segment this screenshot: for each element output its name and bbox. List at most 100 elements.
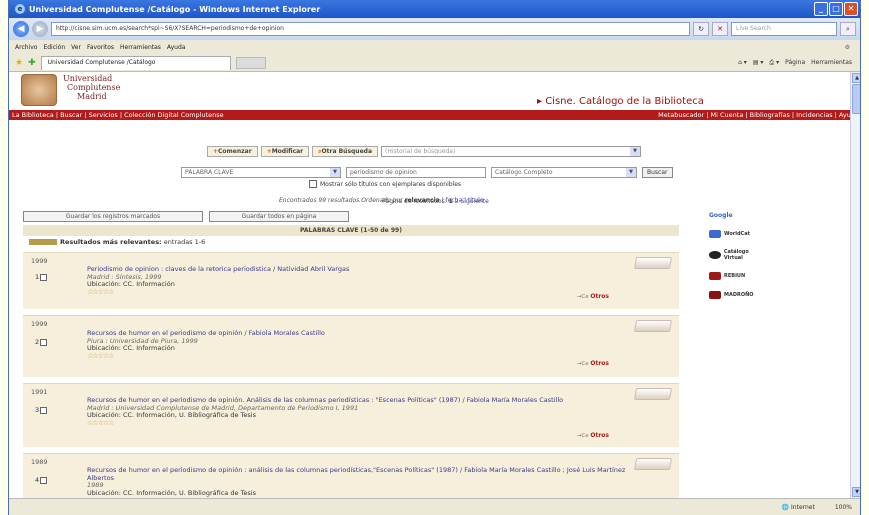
record-body: Periodismo de opinion : claves de la ret… (87, 265, 647, 297)
page-menu[interactable]: Página (785, 59, 805, 67)
list-item: 1991 3 Recursos de humor en el periodism… (23, 383, 679, 447)
scroll-up-icon[interactable]: ▲ (852, 73, 860, 83)
chevron-down-icon: ▼ (330, 168, 340, 177)
home-icon[interactable]: ⌂ ▾ (738, 59, 747, 67)
browser-window: e Universidad Complutense /Catálogo - Wi… (8, 0, 861, 515)
record-body: Recursos de humor en el periodismo de op… (87, 466, 647, 497)
comenzar-button[interactable]: +Comenzar (207, 146, 258, 157)
pagination: Página de resultados: 1 2 Siguiente (382, 198, 489, 205)
otra-busqueda-button[interactable]: ⌕Otra Búsqueda (312, 146, 378, 157)
record-location: Ubicación: CC. Información (87, 280, 175, 288)
scope-select[interactable]: Catálogo Completo ▼ (491, 167, 637, 178)
tab-ucm-catalog[interactable]: Universidad Complutense /Catálogo (40, 55, 231, 70)
rating-stars[interactable]: ☆☆☆☆☆ (87, 419, 647, 428)
feeds-icon[interactable]: ▤ ▾ (753, 59, 764, 67)
record-number: 1 (35, 273, 48, 281)
menu-ayuda[interactable]: Ayuda (167, 44, 186, 51)
record-number: 4 (35, 476, 48, 484)
results-header: PALABRAS CLAVE (1-50 de 99) (23, 225, 679, 236)
add-favorite-icon[interactable]: ✚ (28, 58, 36, 68)
otros-link[interactable]: →Ce Otros (577, 293, 609, 300)
record-year: 1999 (31, 320, 48, 328)
save-all-button[interactable]: Guardar todos en página (209, 211, 349, 222)
print-icon[interactable]: ⎙ ▾ (769, 59, 779, 67)
status-bar: 🌐 Internet 100% (9, 498, 860, 515)
maximize-button[interactable]: □ (829, 2, 843, 16)
ie-icon: e (15, 4, 25, 14)
page-current: 1 (448, 198, 453, 205)
book-icon (633, 257, 673, 269)
vertical-scrollbar[interactable]: ▲ ▼ (850, 72, 860, 498)
window-controls: _ □ ✕ (814, 2, 858, 16)
folder-tag-icon (29, 239, 57, 245)
book-icon (633, 458, 673, 470)
top-nav: La Biblioteca | Buscar | Servicios | Col… (9, 110, 860, 120)
save-marked-button[interactable]: Guardar los registros marcados (23, 211, 203, 222)
record-checkbox[interactable] (40, 476, 48, 484)
record-checkbox[interactable] (40, 338, 48, 346)
search-icon[interactable]: ⌕ (840, 22, 856, 36)
scroll-thumb[interactable] (852, 84, 860, 114)
available-only-checkbox[interactable] (309, 180, 317, 188)
top-nav-left[interactable]: La Biblioteca | Buscar | Servicios | Col… (12, 111, 224, 119)
field-select[interactable]: PALABRA CLAVE ▼ (181, 167, 341, 178)
stop-icon[interactable]: ✕ (712, 22, 728, 36)
record-checkbox[interactable] (40, 273, 48, 281)
chevron-down-icon: ▼ (626, 168, 636, 177)
tools-menu[interactable]: Herramientas (811, 59, 852, 67)
chevron-down-icon: ▼ (630, 147, 640, 156)
navigation-bar: ◀ ▶ http://cisne.sim.ucm.es/search*spi~S… (9, 18, 860, 40)
record-location: Ubicación: CC. Información, U. Bibliográ… (87, 488, 256, 497)
modificar-button[interactable]: +Modificar (260, 146, 310, 157)
record-number: 2 (35, 338, 48, 346)
record-body: Recursos de humor en el periodismo de op… (87, 329, 647, 361)
menu-ver[interactable]: Ver (71, 44, 81, 51)
scroll-down-icon[interactable]: ▼ (852, 487, 860, 497)
forward-icon[interactable]: ▶ (32, 21, 48, 37)
back-icon[interactable]: ◀ (13, 21, 29, 37)
available-only-option: Mostrar sólo títulos con ejemplares disp… (309, 180, 461, 188)
zoom-level[interactable]: 100% (835, 504, 852, 511)
record-year: 1999 (31, 257, 48, 265)
otros-link[interactable]: →Ce Otros (577, 360, 609, 367)
menu-edicion[interactable]: Edición (43, 44, 65, 51)
gear-icon[interactable]: ⚙ (845, 44, 850, 51)
page-next[interactable]: 2 Siguiente (455, 198, 489, 205)
menu-archivo[interactable]: Archivo (15, 44, 37, 51)
rating-stars[interactable]: ☆☆☆☆☆ (87, 288, 647, 297)
otros-link[interactable]: →Ce Otros (577, 432, 609, 439)
menu-herramientas[interactable]: Herramientas (120, 44, 161, 51)
refresh-icon[interactable]: ↻ (693, 22, 709, 36)
search-row: PALABRA CLAVE ▼ periodismo de opinion Cat… (181, 167, 673, 178)
top-nav-right[interactable]: Metabuscador | Mi Cuenta | Bibliografías… (658, 111, 859, 119)
rating-stars[interactable]: ☆☆☆☆☆ (87, 352, 647, 361)
worldcat-link[interactable]: WorldCat (709, 230, 769, 238)
list-item: 1999 1 Periodismo de opinion : claves de… (23, 252, 679, 309)
menu-favoritos[interactable]: Favoritos (87, 44, 114, 51)
record-title[interactable]: Periodismo de opinion : claves de la ret… (87, 265, 647, 274)
catalogo-virtual-link[interactable]: Catálogo Virtual (709, 249, 769, 261)
record-number: 3 (35, 406, 48, 414)
live-search-input[interactable]: Live Search (731, 22, 837, 36)
page-content: Universidad Complutense Madrid ▸ Cisne. … (9, 72, 860, 498)
madrono-link[interactable]: MADROÑO (709, 291, 769, 299)
madrono-icon (709, 291, 721, 299)
favorites-star-icon[interactable]: ★ (15, 58, 23, 68)
query-input[interactable]: periodismo de opinion (346, 167, 486, 178)
buscar-button[interactable]: Buscar (642, 167, 673, 178)
close-button[interactable]: ✕ (844, 2, 858, 16)
minimize-button[interactable]: _ (814, 2, 828, 16)
address-bar[interactable]: http://cisne.sim.ucm.es/search*spi~S6/X?… (51, 22, 690, 36)
rebiun-link[interactable]: REBIUN (709, 272, 769, 280)
record-checkbox[interactable] (40, 406, 48, 414)
record-year: 1989 (31, 458, 48, 466)
book-icon (633, 388, 673, 400)
record-location: Ubicación: CC. Información (87, 344, 175, 352)
search-buttons: +Comenzar +Modificar ⌕Otra Búsqueda (His… (207, 146, 641, 157)
google-link[interactable]: Google (709, 212, 769, 219)
menu-bar: Archivo Edición Ver Favoritos Herramient… (9, 40, 860, 54)
record-title[interactable]: Recursos de humor en el periodismo de op… (87, 466, 647, 482)
new-tab-button[interactable] (235, 56, 266, 69)
search-panel: +Comenzar +Modificar ⌕Otra Búsqueda (His… (9, 120, 860, 206)
historial-select[interactable]: (Historial de búsqueda) ▼ (381, 146, 641, 157)
